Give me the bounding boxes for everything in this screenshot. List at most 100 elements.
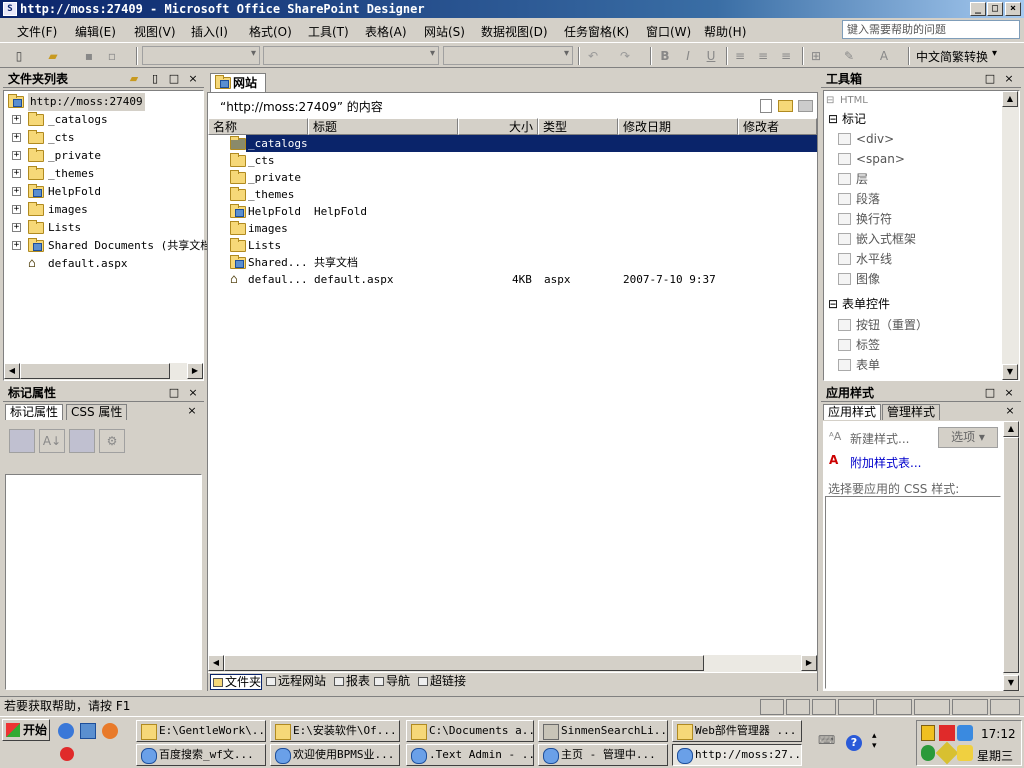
table-row[interactable]: HelpFold HelpFold — [208, 203, 817, 220]
styles-vscrollbar[interactable]: ▲ ▼ — [1003, 421, 1020, 691]
font-combo[interactable] — [263, 46, 439, 65]
italic-button[interactable]: I — [679, 47, 697, 65]
col-size[interactable]: 大小 — [458, 118, 538, 135]
title-bar[interactable]: S http://moss:27409 - Microsoft Office S… — [0, 0, 1024, 18]
tab-folders[interactable]: 文件夹 — [210, 674, 262, 690]
font-size-combo[interactable] — [443, 46, 573, 65]
align-center-icon[interactable]: ≡ — [754, 47, 772, 65]
col-title[interactable]: 标题 — [308, 118, 458, 135]
app-icon[interactable]: S — [3, 2, 17, 16]
table-row[interactable]: Shared... 共享文档 — [208, 254, 817, 271]
tab-hyperlinks[interactable]: 超链接 — [416, 674, 468, 690]
taskbar-button[interactable]: E:\安装软件\Of... — [270, 720, 400, 742]
toolbox-item[interactable]: 换行符 — [824, 209, 1002, 229]
clock-time[interactable]: 17:12 — [981, 727, 1016, 741]
maximize-button[interactable]: □ — [987, 2, 1003, 16]
menu-site[interactable]: 网站(S) — [424, 23, 465, 40]
menu-file[interactable]: 文件(F) — [17, 23, 57, 40]
properties-grid[interactable] — [5, 474, 202, 690]
new-page-icon[interactable]: ▯ — [10, 47, 28, 65]
panel-restore-icon[interactable]: □ — [983, 386, 997, 400]
close-button[interactable]: × — [1005, 2, 1021, 16]
tab-tag-properties[interactable]: 标记属性 — [5, 404, 64, 420]
menu-format[interactable]: 格式(O) — [249, 23, 292, 40]
panel-close-icon[interactable]: × — [1002, 72, 1016, 86]
tab-navigation[interactable]: 导航 — [372, 674, 414, 690]
tabs-close-icon[interactable]: × — [185, 404, 199, 418]
lang-convert-button[interactable]: 中文简繁转换 — [916, 48, 988, 65]
toolbox-item[interactable]: 水平线 — [824, 249, 1002, 269]
tab-manage-styles[interactable]: 管理样式 — [882, 404, 941, 420]
tab-remote-site[interactable]: 远程网站 — [264, 674, 330, 690]
panel-close-icon[interactable]: × — [186, 72, 200, 86]
tabs-close-icon[interactable]: × — [1003, 404, 1017, 418]
toolbox-vscrollbar[interactable]: ▲ ▼ — [1002, 91, 1019, 380]
panel-restore-icon[interactable]: □ — [167, 72, 181, 86]
toolbox-item[interactable]: 按钮（重置） — [824, 315, 1002, 335]
scroll-down-button[interactable]: ▼ — [1002, 364, 1018, 380]
ie-quicklaunch-icon[interactable] — [58, 723, 74, 739]
scroll-up-button[interactable]: ▲ — [1003, 421, 1019, 437]
menu-edit[interactable]: 编辑(E) — [75, 23, 116, 40]
bold-button[interactable]: B — [656, 47, 674, 65]
toolbox-item[interactable]: 图像 — [824, 269, 1002, 289]
panel-close-icon[interactable]: × — [186, 386, 200, 400]
redo-icon[interactable]: ↷ — [616, 47, 634, 65]
help-tray-icon[interactable]: ? — [846, 735, 862, 751]
scroll-up-button[interactable]: ▲ — [1002, 91, 1018, 107]
table-row[interactable]: images — [208, 220, 817, 237]
start-button[interactable]: 开始 — [2, 719, 50, 741]
shield-icon[interactable] — [921, 725, 935, 741]
menu-view[interactable]: 视图(V) — [134, 23, 176, 40]
col-modified-by[interactable]: 修改者 — [738, 118, 817, 135]
col-type[interactable]: 类型 — [538, 118, 618, 135]
menu-help[interactable]: 帮助(H) — [704, 23, 746, 40]
toolbox-item[interactable]: <span> — [824, 149, 1002, 169]
taskbar-button[interactable]: 主页 - 管理中... — [538, 744, 668, 766]
tray-app-icon[interactable] — [935, 741, 959, 765]
table-row[interactable]: _catalogs — [230, 135, 817, 152]
toolbox-item[interactable]: 标签 — [824, 335, 1002, 355]
taskbar-button[interactable]: Web部件管理器 ... — [672, 720, 802, 742]
table-row[interactable]: _themes — [208, 186, 817, 203]
scroll-left-button[interactable]: ◀ — [4, 363, 20, 379]
tab-css-properties[interactable]: CSS 属性 — [66, 404, 128, 420]
taskbar-button[interactable]: .Text Admin - ... — [406, 744, 534, 766]
font-color-icon[interactable]: A — [875, 47, 893, 65]
expand-icon[interactable]: + — [12, 133, 21, 142]
taskbar-button[interactable]: 欢迎使用BPMS业... — [270, 744, 400, 766]
toolbox-item[interactable]: 段落 — [824, 189, 1002, 209]
scroll-right-button[interactable]: ▶ — [187, 363, 203, 379]
borders-icon[interactable]: ⊞ — [807, 47, 825, 65]
scroll-right-button[interactable]: ▶ — [801, 655, 817, 671]
toolbox-list[interactable]: ⊟ HTML ⊟ 标记 <div> <span> 层段落 换行符 嵌入式框架 水平线 图像 ⊟ 表… — [823, 90, 1020, 381]
show-set-props-icon[interactable] — [69, 429, 95, 453]
table-row[interactable]: _cts — [208, 152, 817, 169]
list-hscrollbar[interactable]: ◀ ▶ — [208, 655, 817, 672]
toolbox-item[interactable]: 表单 — [824, 355, 1002, 375]
col-modified-date[interactable]: 修改日期 — [618, 118, 738, 135]
minimize-button[interactable]: _ — [970, 2, 986, 16]
tab-reports[interactable]: 报表 — [332, 674, 370, 690]
quicklaunch-icon[interactable] — [80, 723, 96, 739]
save-icon[interactable]: ▪ — [80, 47, 98, 65]
sort-az-icon[interactable]: A↓ — [39, 429, 65, 453]
toolbox-item[interactable]: <div> — [824, 129, 1002, 149]
new-page-icon[interactable] — [760, 99, 772, 113]
network-tray-icon[interactable]: ⌨ — [818, 733, 836, 749]
panel-close-icon[interactable]: × — [1002, 386, 1016, 400]
table-row[interactable]: Lists — [208, 237, 817, 254]
tab-apply-styles[interactable]: 应用样式 — [823, 404, 882, 420]
taskbar-button[interactable]: C:\Documents a... — [406, 720, 534, 742]
expand-icon[interactable]: + — [12, 241, 21, 250]
css-style-list[interactable] — [825, 496, 1001, 689]
panel-restore-icon[interactable]: □ — [167, 386, 181, 400]
help-search-input[interactable]: 键入需要帮助的问题 — [842, 20, 1020, 39]
taskbar-button[interactable]: 百度搜索_wf文... — [136, 744, 266, 766]
new-folder-icon[interactable]: ▰ — [127, 72, 141, 86]
new-page-icon[interactable]: ▯ — [148, 72, 162, 86]
taskbar-button[interactable]: http://moss:27... — [672, 744, 802, 766]
im-icon[interactable] — [921, 745, 935, 761]
menu-insert[interactable]: 插入(I) — [191, 23, 228, 40]
tray-app2-icon[interactable] — [957, 745, 973, 761]
